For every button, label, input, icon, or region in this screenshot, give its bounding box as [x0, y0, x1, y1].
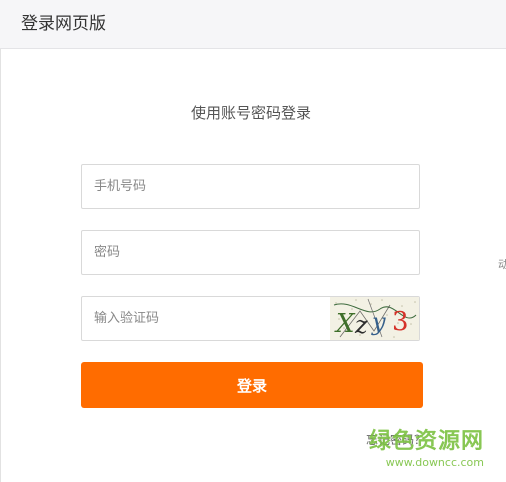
svg-text:3: 3: [392, 307, 409, 337]
svg-text:z: z: [354, 311, 368, 339]
svg-text:X: X: [334, 309, 356, 339]
captcha-graphic: X z y 3: [330, 297, 419, 340]
login-subtitle: 使用账号密码登录: [190, 104, 311, 122]
watermark-url: www.downcc.com: [385, 456, 484, 469]
password-field: [81, 230, 420, 275]
page-header: 登录网页版: [0, 0, 506, 49]
edge-text: 动: [498, 258, 506, 271]
login-button[interactable]: 登录: [81, 362, 423, 408]
svg-text:y: y: [371, 308, 386, 336]
captcha-image[interactable]: X z y 3: [330, 297, 419, 340]
watermark-logo: 绿色资源网 www.downcc.com: [368, 428, 506, 478]
phone-input[interactable]: [82, 165, 419, 208]
password-input[interactable]: [82, 231, 419, 274]
captcha-field: X z y 3: [81, 296, 420, 341]
watermark-name: 绿色资源网: [368, 429, 484, 454]
phone-field: [81, 164, 420, 209]
page-title: 登录网页版: [21, 14, 106, 34]
captcha-input[interactable]: [82, 297, 332, 340]
